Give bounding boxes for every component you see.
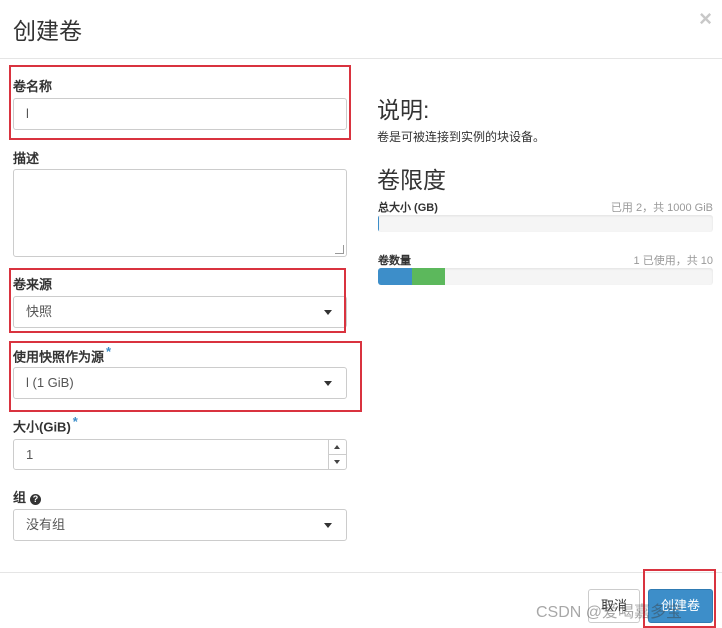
total-size-progress-bar	[378, 215, 713, 232]
volume-count-label: 卷数量	[378, 255, 411, 267]
help-icon[interactable]: ?	[30, 494, 42, 505]
description-label: 描述	[13, 151, 40, 166]
required-asterisk: *	[106, 344, 112, 359]
dialog-footer: 取消 创建卷	[0, 572, 722, 628]
group-select[interactable]: 没有组	[13, 509, 347, 541]
caret-down-icon	[324, 523, 332, 528]
size-value: 1	[26, 447, 34, 462]
group-value: 没有组	[26, 517, 66, 532]
dialog-title: 创建卷	[13, 18, 82, 44]
volume-count-progress-bar	[378, 268, 713, 285]
total-size-info: 已用 2，共 1000 GiB	[610, 202, 713, 214]
size-label-text: 大小(GiB)	[13, 419, 71, 435]
dialog-header: 创建卷 ×	[0, 0, 722, 59]
volume-source-label: 卷来源	[13, 277, 53, 292]
increment-icon[interactable]	[329, 440, 346, 455]
size-input[interactable]: 1	[13, 439, 347, 470]
create-volume-button[interactable]: 创建卷	[648, 589, 713, 623]
volume-count-used-segment	[378, 268, 412, 285]
snapshot-source-label: 使用快照作为源 *	[13, 344, 111, 365]
volume-source-select[interactable]: 快照	[13, 296, 347, 328]
volume-name-input[interactable]: l	[13, 98, 347, 130]
info-text: 卷是可被连接到实例的块设备。	[377, 130, 546, 144]
snapshot-value: l (1 GiB)	[26, 375, 74, 390]
volume-count-info: 1 已使用，共 10	[633, 255, 713, 267]
group-label: 组?	[13, 487, 42, 506]
description-textarea[interactable]	[13, 169, 347, 257]
group-label-text: 组	[13, 490, 27, 505]
total-size-label: 总大小 (GB)	[378, 202, 438, 214]
close-icon[interactable]: ×	[699, 6, 712, 32]
snapshot-source-label-text: 使用快照作为源	[13, 349, 105, 365]
cancel-button[interactable]: 取消	[588, 589, 640, 623]
volume-name-label: 卷名称	[13, 79, 53, 94]
resize-handle-icon[interactable]	[335, 245, 344, 254]
info-heading: 说明:	[377, 97, 430, 123]
limits-heading: 卷限度	[377, 167, 446, 193]
size-stepper	[328, 440, 346, 470]
volume-count-added-segment	[411, 268, 445, 285]
size-label: 大小(GiB) *	[13, 414, 78, 435]
decrement-icon[interactable]	[329, 455, 346, 469]
caret-down-icon	[324, 381, 332, 386]
total-size-used-segment	[378, 215, 379, 232]
caret-down-icon	[324, 310, 332, 315]
volume-source-value: 快照	[26, 304, 53, 319]
create-volume-dialog: 创建卷 × 卷名称 l 描述 卷来源 快照 使用快照作为源 * l (1 GiB)…	[0, 0, 722, 628]
required-asterisk: *	[72, 414, 78, 429]
snapshot-select[interactable]: l (1 GiB)	[13, 367, 347, 399]
